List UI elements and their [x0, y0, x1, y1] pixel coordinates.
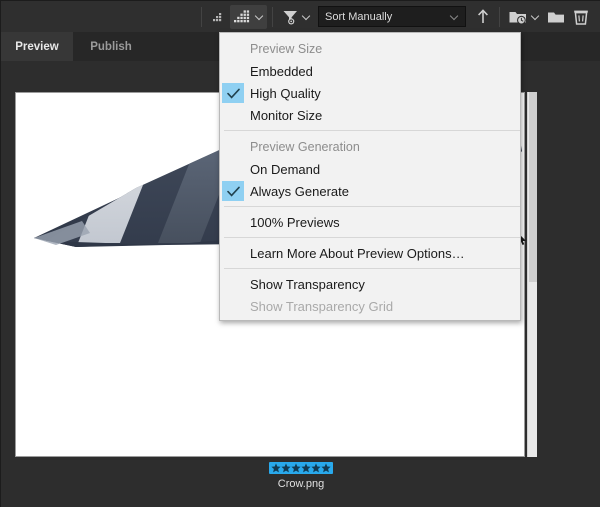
star-icon[interactable] — [311, 463, 321, 473]
menu-section-header: Preview Generation — [250, 139, 360, 154]
tab-publish-label: Publish — [90, 40, 132, 53]
menu-item-high-quality[interactable]: High Quality — [220, 82, 520, 104]
sort-dropdown-value: Sort Manually — [325, 10, 393, 23]
recent-folder-icon — [509, 11, 526, 25]
tab-publish[interactable]: Publish — [73, 32, 149, 61]
menu-item-label: 100% Previews — [250, 214, 340, 230]
scrollbar-thumb[interactable] — [529, 92, 537, 282]
toolbar-divider — [272, 6, 273, 27]
menu-item-label: On Demand — [250, 161, 321, 177]
star-icon[interactable] — [291, 463, 301, 473]
star-icon[interactable] — [281, 463, 291, 473]
menu-item-learn-more-about-preview-options[interactable]: Learn More About Preview Options… — [220, 242, 520, 264]
recent-folders-button[interactable] — [505, 5, 543, 29]
menu-separator — [224, 237, 520, 238]
filter-button[interactable] — [278, 5, 314, 29]
filter-funnel-icon — [283, 10, 297, 24]
menu-item-show-transparency-grid: Show Transparency Grid — [220, 295, 520, 317]
bridge-preview-window: Sort Manually Preview Publish Crow.png P… — [0, 0, 600, 507]
menu-item-label: Show Transparency Grid — [250, 298, 394, 314]
thumbnail-small-icon — [213, 12, 222, 21]
tab-preview[interactable]: Preview — [1, 32, 73, 61]
new-folder-icon — [548, 12, 564, 22]
toolbar: Sort Manually — [1, 1, 600, 32]
trash-icon — [574, 10, 588, 25]
thumbnail-size-group — [207, 1, 267, 32]
arrow-up-icon — [478, 8, 488, 23]
menu-item-monitor-size[interactable]: Monitor Size — [220, 104, 520, 126]
check-icon — [222, 83, 244, 103]
sort-ascending-button[interactable] — [472, 5, 494, 29]
sort-dropdown[interactable]: Sort Manually — [318, 6, 466, 27]
menu-item-on-demand[interactable]: On Demand — [220, 158, 520, 180]
tab-preview-label: Preview — [15, 40, 59, 53]
file-name-label: Crow.png — [277, 478, 325, 490]
menu-separator — [224, 130, 520, 131]
delete-button[interactable] — [569, 5, 593, 29]
toolbar-divider — [499, 6, 500, 27]
menu-item-label: Embedded — [250, 63, 313, 79]
menu-item-label: Show Transparency — [250, 276, 365, 292]
star-icon[interactable] — [301, 463, 311, 473]
star-icon[interactable] — [271, 463, 281, 473]
thumbnail-large-icon — [234, 9, 250, 22]
menu-item-label: Learn More About Preview Options… — [250, 245, 465, 261]
menu-separator — [224, 268, 520, 269]
menu-item-100-previews[interactable]: 100% Previews — [220, 211, 520, 233]
menu-separator — [224, 206, 520, 207]
chevron-down-icon — [302, 12, 311, 21]
star-rating[interactable] — [269, 462, 333, 474]
chevron-down-icon — [451, 13, 459, 21]
menu-item-label: High Quality — [250, 85, 321, 101]
menu-item-label: Always Generate — [250, 183, 349, 199]
menu-item-always-generate[interactable]: Always Generate — [220, 180, 520, 202]
preview-options-menu[interactable]: Preview Size Embedded High Quality Monitor … — [219, 32, 521, 321]
menu-item-label: Monitor Size — [250, 107, 323, 123]
vertical-scrollbar[interactable] — [527, 92, 537, 457]
toolbar-divider — [201, 6, 202, 27]
chevron-down-icon — [255, 12, 264, 21]
menu-item-show-transparency[interactable]: Show Transparency — [220, 273, 520, 295]
check-icon — [222, 181, 244, 201]
new-folder-button[interactable] — [543, 5, 569, 29]
chevron-down-icon — [531, 12, 540, 21]
menu-section-header: Preview Size — [250, 41, 323, 56]
thumbnail-file-label: Crow.png — [1, 462, 600, 490]
thumbnail-small-button[interactable] — [207, 5, 230, 29]
menu-item-embedded[interactable]: Embedded — [220, 60, 520, 82]
star-icon[interactable] — [321, 463, 331, 473]
thumbnail-large-button[interactable] — [230, 4, 267, 29]
